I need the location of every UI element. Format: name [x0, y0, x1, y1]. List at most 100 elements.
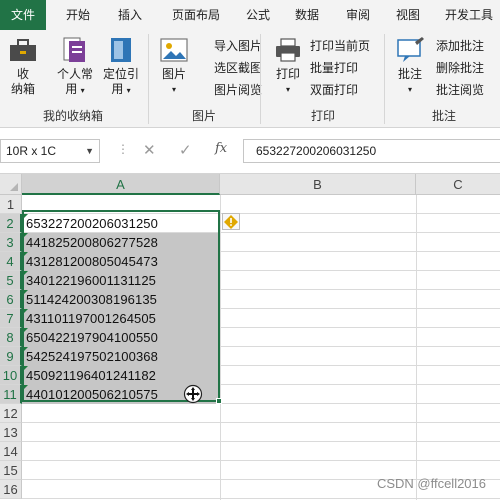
- batch-print-label: 批量打印: [310, 61, 359, 75]
- row-header-13[interactable]: 13: [0, 423, 22, 442]
- ribbon-group-print: 打印 ▾ 打印当前页 批量打印 双面打印 打印: [264, 30, 382, 128]
- formula-bar-resize-handle[interactable]: ⋮: [117, 142, 129, 156]
- row-header-14[interactable]: 14: [0, 442, 22, 461]
- tab-insert[interactable]: 插入: [108, 0, 152, 30]
- tab-formulas[interactable]: 公式: [238, 0, 278, 30]
- row-header-2[interactable]: 2: [0, 214, 22, 233]
- ribbon-group-label-print: 打印: [310, 109, 335, 123]
- personal-common-label-2-text: 用: [65, 82, 78, 96]
- duplex-print-label: 双面打印: [310, 83, 359, 97]
- ribbon: 收 纳箱 个人常 用 ▾ 定位引 用 ▾ 我的收纳箱 图片 ▾ 导入图片 选区截…: [0, 30, 500, 128]
- cancel-icon[interactable]: ✕: [143, 141, 156, 159]
- row-header-15[interactable]: 15: [0, 461, 22, 480]
- picture-icon: [159, 36, 189, 64]
- grid-row: [22, 423, 500, 442]
- storage-box-label-2: 纳箱: [10, 82, 35, 96]
- row-header-12[interactable]: 12: [0, 404, 22, 423]
- ribbon-group-label-picture: 图片: [191, 109, 216, 123]
- tab-page-layout[interactable]: 页面布局: [160, 0, 232, 30]
- tab-review[interactable]: 审阅: [336, 0, 380, 30]
- row-header-11[interactable]: 11: [0, 385, 22, 404]
- row-header-4[interactable]: 4: [0, 252, 22, 271]
- warning-icon: [224, 215, 238, 229]
- chevron-down-icon: ▾: [126, 86, 131, 95]
- ribbon-tab-bar: 文件 开始 插入 页面布局 公式 数据 审阅 视图 开发工具: [0, 0, 500, 30]
- row-header-8[interactable]: 8: [0, 328, 22, 347]
- picture-view-button[interactable]: 图片阅览: [194, 80, 262, 100]
- locate-reference-label-2-text: 用: [111, 82, 124, 96]
- comment-button[interactable]: 批注 ▾: [392, 36, 428, 97]
- row-header-10[interactable]: 10: [0, 366, 22, 385]
- personal-common-button[interactable]: 个人常 用 ▾: [52, 36, 98, 98]
- group-divider: [148, 34, 149, 124]
- ribbon-group-comment: 批注 ▾ 添加批注 删除批注 批注阅览 批注: [388, 30, 500, 128]
- ribbon-group-label-comment: 批注: [431, 109, 456, 123]
- row-header-1[interactable]: 1: [0, 195, 22, 214]
- tab-file[interactable]: 文件: [0, 0, 46, 30]
- selection-border: [22, 210, 220, 402]
- chevron-down-icon: ▾: [285, 85, 290, 94]
- browse-comment-label: 批注阅览: [436, 83, 485, 97]
- personal-common-label-2: 用 ▾: [52, 82, 98, 98]
- worksheet-grid[interactable]: A B C 1 2 3 4 5 6 7 8 9 10 11 12 13 14 15 16 6532272002…: [0, 174, 500, 500]
- row-header-7[interactable]: 7: [0, 309, 22, 328]
- storage-box-button[interactable]: 收 纳箱: [4, 36, 42, 97]
- print-button-label: 打印: [275, 67, 300, 81]
- name-box-value: 10R x 1C: [6, 144, 57, 158]
- error-check-button[interactable]: [222, 213, 240, 230]
- group-divider: [384, 34, 385, 124]
- row-header-5[interactable]: 5: [0, 271, 22, 290]
- locate-reference-label-1: 定位引: [102, 67, 139, 81]
- locate-reference-icon: [106, 36, 136, 64]
- picture-view-icon: [194, 82, 210, 96]
- comment-button-label: 批注: [397, 67, 422, 81]
- formula-bar: 10R x 1C ▼ ⋮ ✕ ✓ fx 653227200206031250: [0, 128, 500, 174]
- chevron-down-icon: ▾: [80, 86, 85, 95]
- ribbon-group-storage: 收 纳箱 个人常 用 ▾ 定位引 用 ▾ 我的收纳箱: [0, 30, 146, 128]
- column-header-a[interactable]: A: [22, 174, 220, 195]
- formula-input[interactable]: 653227200206031250: [243, 139, 500, 163]
- tab-developer[interactable]: 开发工具: [438, 0, 500, 30]
- locate-reference-button[interactable]: 定位引 用 ▾: [98, 36, 144, 98]
- ribbon-group-label-storage: 我的收纳箱: [42, 109, 103, 123]
- name-box[interactable]: 10R x 1C ▼: [0, 139, 100, 163]
- screenshot-icon: [194, 60, 210, 74]
- picture-button[interactable]: 图片 ▾: [156, 36, 192, 97]
- chevron-down-icon[interactable]: ▼: [85, 140, 94, 162]
- tab-data[interactable]: 数据: [284, 0, 330, 30]
- add-comment-button[interactable]: 添加批注: [436, 36, 484, 56]
- ribbon-group-picture: 图片 ▾ 导入图片 选区截图 图片阅览 图片: [152, 30, 262, 128]
- picture-button-label: 图片: [161, 67, 186, 81]
- tab-home[interactable]: 开始: [56, 0, 100, 30]
- select-all-corner[interactable]: [0, 174, 22, 195]
- tab-view[interactable]: 视图: [386, 0, 430, 30]
- delete-comment-label: 删除批注: [436, 61, 485, 75]
- browse-comment-button[interactable]: 批注阅览: [436, 80, 484, 100]
- batch-print-button[interactable]: 批量打印: [310, 58, 358, 78]
- row-header-3[interactable]: 3: [0, 233, 22, 252]
- print-button[interactable]: 打印 ▾: [270, 36, 306, 97]
- chevron-down-icon: ▾: [407, 85, 412, 94]
- print-current-page-label: 打印当前页: [310, 39, 371, 53]
- grid-row: [22, 404, 500, 423]
- print-current-page-button[interactable]: 打印当前页: [310, 36, 370, 56]
- pen-comment-icon: [395, 36, 425, 64]
- delete-comment-button[interactable]: 删除批注: [436, 58, 484, 78]
- add-comment-label: 添加批注: [436, 39, 485, 53]
- locate-reference-label-2: 用 ▾: [98, 82, 144, 98]
- move-cursor-icon: [183, 384, 203, 404]
- watermark: CSDN @ffcell2016: [376, 476, 486, 491]
- import-picture-label: 导入图片: [214, 39, 263, 53]
- group-divider: [260, 34, 261, 124]
- row-header-6[interactable]: 6: [0, 290, 22, 309]
- column-header-b[interactable]: B: [220, 174, 416, 195]
- duplex-print-button[interactable]: 双面打印: [310, 80, 358, 100]
- import-picture-button[interactable]: 导入图片: [194, 36, 262, 56]
- row-header-16[interactable]: 16: [0, 480, 22, 499]
- column-header-c[interactable]: C: [416, 174, 500, 195]
- confirm-icon[interactable]: ✓: [179, 141, 192, 159]
- row-header-9[interactable]: 9: [0, 347, 22, 366]
- area-capture-button[interactable]: 选区截图: [194, 58, 262, 78]
- fill-handle[interactable]: [216, 398, 222, 404]
- insert-function-icon[interactable]: fx: [215, 141, 227, 156]
